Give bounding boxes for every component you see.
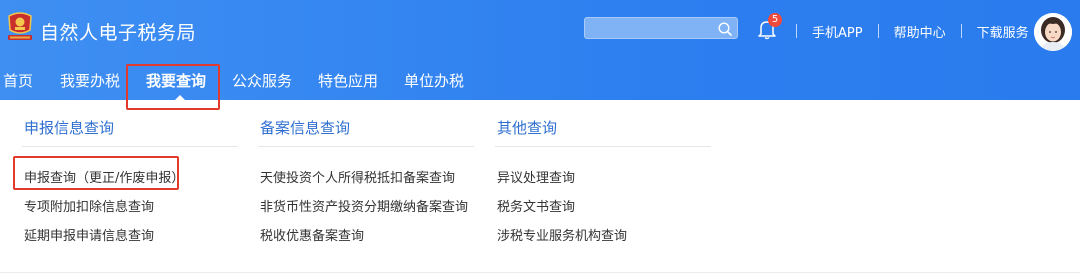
menu-bottom-border — [0, 272, 1080, 273]
nav-item-special-apps[interactable]: 特色应用 — [318, 70, 380, 94]
menu-item-objection-query[interactable]: 异议处理查询 — [497, 167, 575, 186]
nav-item-home[interactable]: 首页 — [3, 70, 35, 94]
menu-item-nonmonetary-asset-query[interactable]: 非货币性资产投资分期缴纳备案查询 — [260, 196, 468, 215]
highlight-box-filing-query — [13, 156, 179, 190]
header-links: 手机APP 帮助中心 下载服务 — [796, 22, 1044, 41]
menu-item-angel-investment-query[interactable]: 天使投资个人所得税抵扣备案查询 — [260, 167, 455, 186]
column-divider — [22, 146, 238, 147]
search-input[interactable] — [584, 17, 738, 39]
menu-item-tax-agency-query[interactable]: 涉税专业服务机构查询 — [497, 225, 627, 244]
column-divider — [495, 146, 711, 147]
avatar-icon — [1034, 13, 1072, 51]
menu-item-tax-document-query[interactable]: 税务文书查询 — [497, 196, 575, 215]
nav-item-public-service[interactable]: 公众服务 — [232, 70, 294, 94]
menu-item-extension-query[interactable]: 延期申报申请信息查询 — [24, 225, 154, 244]
mobile-app-link[interactable]: 手机APP — [797, 22, 878, 41]
nav-item-tax-handling[interactable]: 我要办税 — [60, 70, 122, 94]
tax-emblem-logo — [8, 12, 32, 40]
menu-item-special-deduction-query[interactable]: 专项附加扣除信息查询 — [24, 196, 154, 215]
download-service-link[interactable]: 下载服务 — [962, 22, 1044, 41]
help-center-link[interactable]: 帮助中心 — [879, 22, 961, 41]
user-avatar[interactable] — [1034, 13, 1072, 51]
column-title-other-query: 其他查询 — [497, 119, 558, 137]
column-divider — [258, 146, 474, 147]
column-title-record-query: 备案信息查询 — [260, 119, 351, 137]
search-icon[interactable] — [717, 21, 733, 37]
app-title: 自然人电子税务局 — [40, 22, 197, 44]
menu-item-tax-preference-query[interactable]: 税收优惠备案查询 — [260, 225, 364, 244]
highlight-box-nav — [126, 64, 220, 110]
main-nav: 首页 我要办税 我要查询 公众服务 特色应用 单位办税 — [0, 70, 466, 101]
notification-badge: 5 — [768, 13, 782, 27]
column-title-filing-query: 申报信息查询 — [24, 119, 115, 137]
nav-item-employer-tax[interactable]: 单位办税 — [404, 70, 466, 94]
